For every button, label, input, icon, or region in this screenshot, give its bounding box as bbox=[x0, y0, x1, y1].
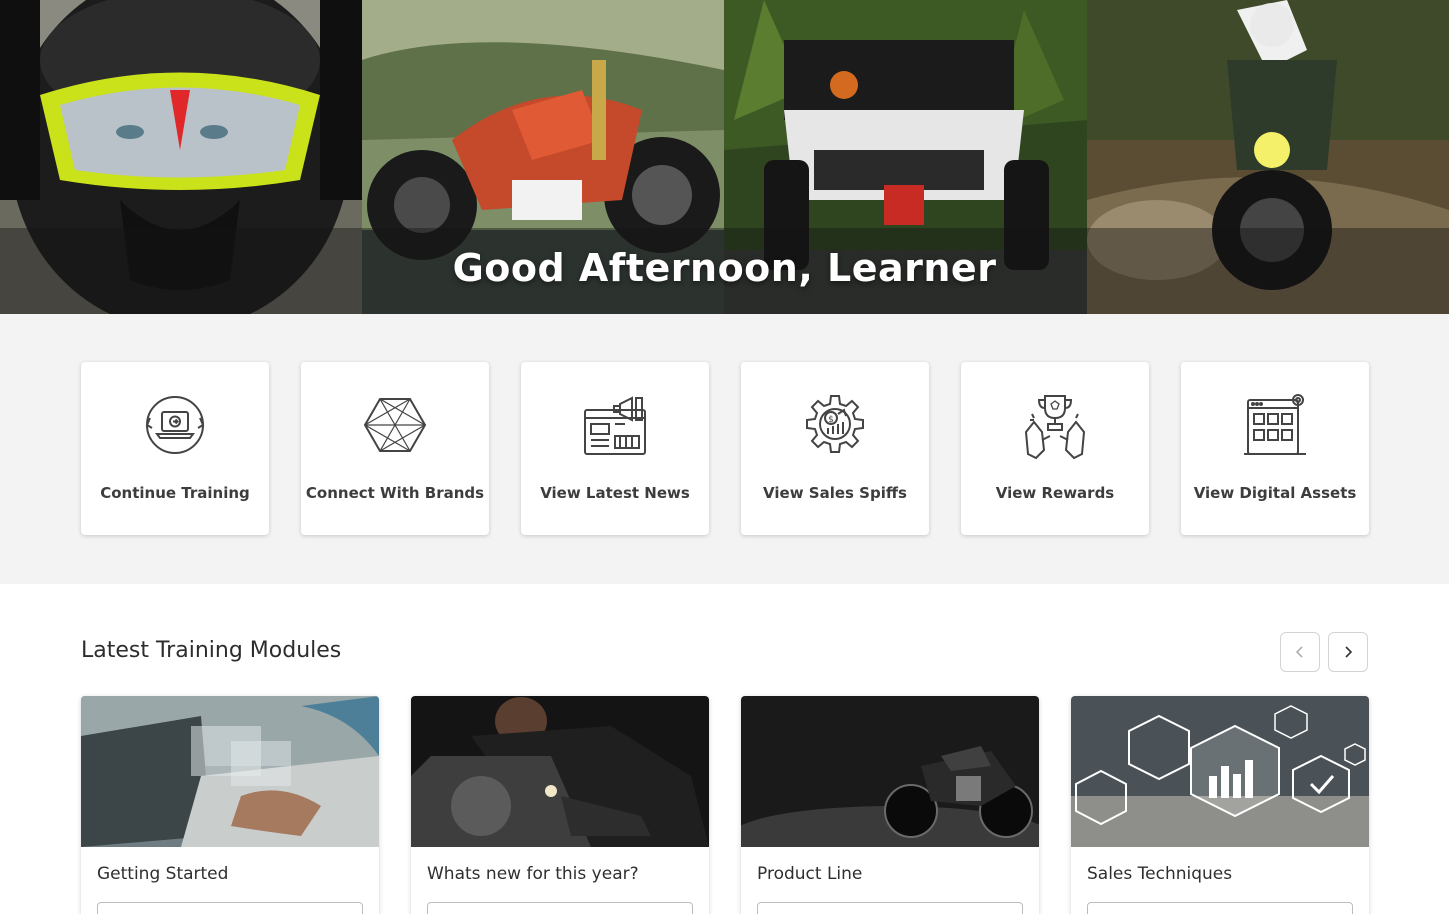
module-card-getting-started[interactable]: Getting Started bbox=[81, 696, 379, 914]
module-card-sales-techniques[interactable]: Sales Techniques bbox=[1071, 696, 1369, 914]
quick-links-section: Continue Training Connect With Brands Vi… bbox=[0, 314, 1449, 584]
svg-text:$: $ bbox=[828, 415, 834, 425]
module-card-whats-new[interactable]: Whats new for this year? bbox=[411, 696, 709, 914]
module-title: Whats new for this year? bbox=[427, 864, 639, 884]
quick-link-label: View Digital Assets bbox=[1193, 484, 1357, 502]
module-image-laptop bbox=[81, 696, 379, 847]
network-hexagon-icon bbox=[360, 392, 430, 462]
quick-link-rewards[interactable]: View Rewards bbox=[961, 362, 1149, 535]
carousel-next-button[interactable] bbox=[1328, 632, 1368, 672]
hero-banner: Good Afternoon, Learner bbox=[0, 0, 1449, 314]
quick-link-continue-training[interactable]: Continue Training bbox=[81, 362, 269, 535]
module-image-motorcycle bbox=[741, 696, 1039, 847]
quick-link-connect-brands[interactable]: Connect With Brands bbox=[301, 362, 489, 535]
module-title: Sales Techniques bbox=[1087, 864, 1233, 884]
newspaper-megaphone-icon bbox=[580, 392, 650, 462]
quick-link-latest-news[interactable]: View Latest News bbox=[521, 362, 709, 535]
quick-link-label: View Sales Spiffs bbox=[763, 484, 907, 502]
quick-link-label: Connect With Brands bbox=[305, 484, 485, 502]
module-title: Product Line bbox=[757, 864, 863, 884]
greeting-title: Good Afternoon, Learner bbox=[452, 246, 997, 290]
module-action-button[interactable] bbox=[427, 902, 693, 914]
quick-link-label: Continue Training bbox=[100, 484, 250, 502]
quick-link-label: View Latest News bbox=[540, 484, 690, 502]
carousel-prev-button[interactable] bbox=[1280, 632, 1320, 672]
module-action-button[interactable] bbox=[97, 902, 363, 914]
section-title-training-modules: Latest Training Modules bbox=[81, 638, 342, 663]
module-image-sales-graphics bbox=[1071, 696, 1369, 847]
module-title: Getting Started bbox=[97, 864, 229, 884]
laptop-play-icon bbox=[140, 392, 210, 462]
quick-link-label: View Rewards bbox=[995, 484, 1115, 502]
chevron-left-icon bbox=[1295, 646, 1303, 658]
trophy-hands-icon bbox=[1020, 392, 1090, 462]
module-card-product-line[interactable]: Product Line bbox=[741, 696, 1039, 914]
module-action-button[interactable] bbox=[1087, 902, 1353, 914]
module-action-button[interactable] bbox=[757, 902, 1023, 914]
quick-link-sales-spiffs[interactable]: $ View Sales Spiffs bbox=[741, 362, 929, 535]
gear-dollar-icon: $ bbox=[800, 392, 870, 462]
module-image-mechanic bbox=[411, 696, 709, 847]
chevron-right-icon bbox=[1345, 646, 1353, 658]
quick-link-digital-assets[interactable]: View Digital Assets bbox=[1181, 362, 1369, 535]
digital-assets-icon bbox=[1240, 392, 1310, 462]
